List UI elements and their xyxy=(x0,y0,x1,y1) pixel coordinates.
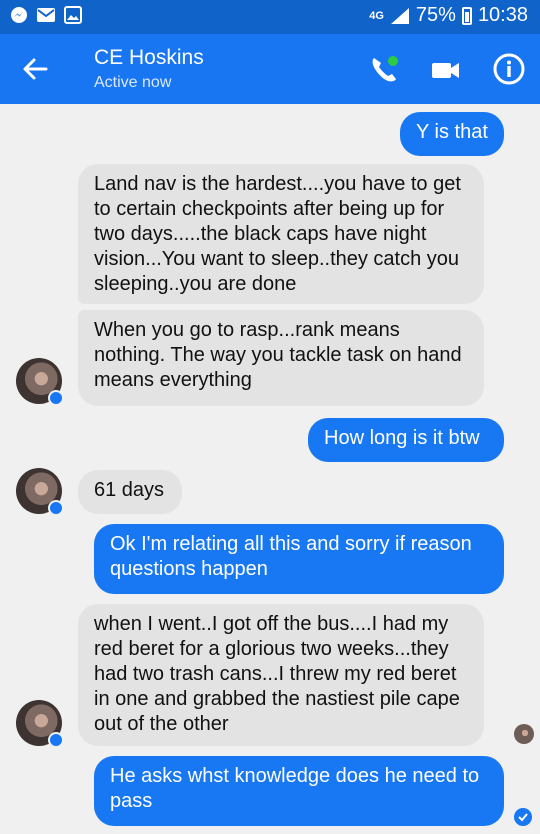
message-bubble-incoming[interactable]: 61 days xyxy=(78,470,182,514)
phone-icon[interactable] xyxy=(366,52,402,88)
message-list[interactable]: Y is that Land nav is the hardest....you… xyxy=(0,104,540,834)
seen-indicator-avatar xyxy=(514,724,534,744)
contact-avatar[interactable] xyxy=(16,358,64,406)
contact-avatar[interactable] xyxy=(16,468,64,516)
video-camera-icon[interactable] xyxy=(430,56,462,84)
conversation-header: CE Hoskins Active now xyxy=(0,34,540,104)
signal-icon xyxy=(390,7,409,24)
status-bar: 4G 75% 10:38 xyxy=(0,0,540,34)
message-bubble-incoming[interactable]: when I went..I got off the bus....I had … xyxy=(78,604,484,746)
battery-percent: 75% xyxy=(415,4,456,26)
messenger-badge-icon xyxy=(48,500,64,516)
image-icon xyxy=(64,6,82,24)
battery-icon xyxy=(461,6,472,25)
back-arrow-icon xyxy=(23,58,48,80)
network-type: 4G xyxy=(369,9,384,22)
messenger-badge-icon xyxy=(48,390,64,406)
contact-avatar[interactable] xyxy=(16,700,64,748)
message-bubble-outgoing[interactable]: Ok I'm relating all this and sorry if re… xyxy=(94,524,504,594)
delivered-check-icon xyxy=(514,808,532,826)
active-status: Active now xyxy=(94,74,172,91)
message-bubble-outgoing[interactable]: Y is that xyxy=(400,112,504,156)
back-button[interactable] xyxy=(18,52,52,86)
messenger-icon xyxy=(11,7,27,23)
system-status: 4G 75% 10:38 xyxy=(369,4,528,27)
email-icon xyxy=(37,8,55,22)
message-bubble-outgoing[interactable]: He asks whst knowledge does he need to p… xyxy=(94,756,504,826)
clock: 10:38 xyxy=(477,4,528,26)
messenger-badge-icon xyxy=(48,732,64,748)
notification-icons xyxy=(10,6,82,24)
contact-name[interactable]: CE Hoskins xyxy=(94,46,204,70)
message-bubble-outgoing[interactable]: How long is it btw xyxy=(308,418,504,462)
message-bubble-incoming[interactable]: Land nav is the hardest....you have to g… xyxy=(78,164,484,304)
message-bubble-incoming[interactable]: When you go to rasp...rank means nothing… xyxy=(78,310,484,406)
info-icon[interactable] xyxy=(492,52,526,86)
